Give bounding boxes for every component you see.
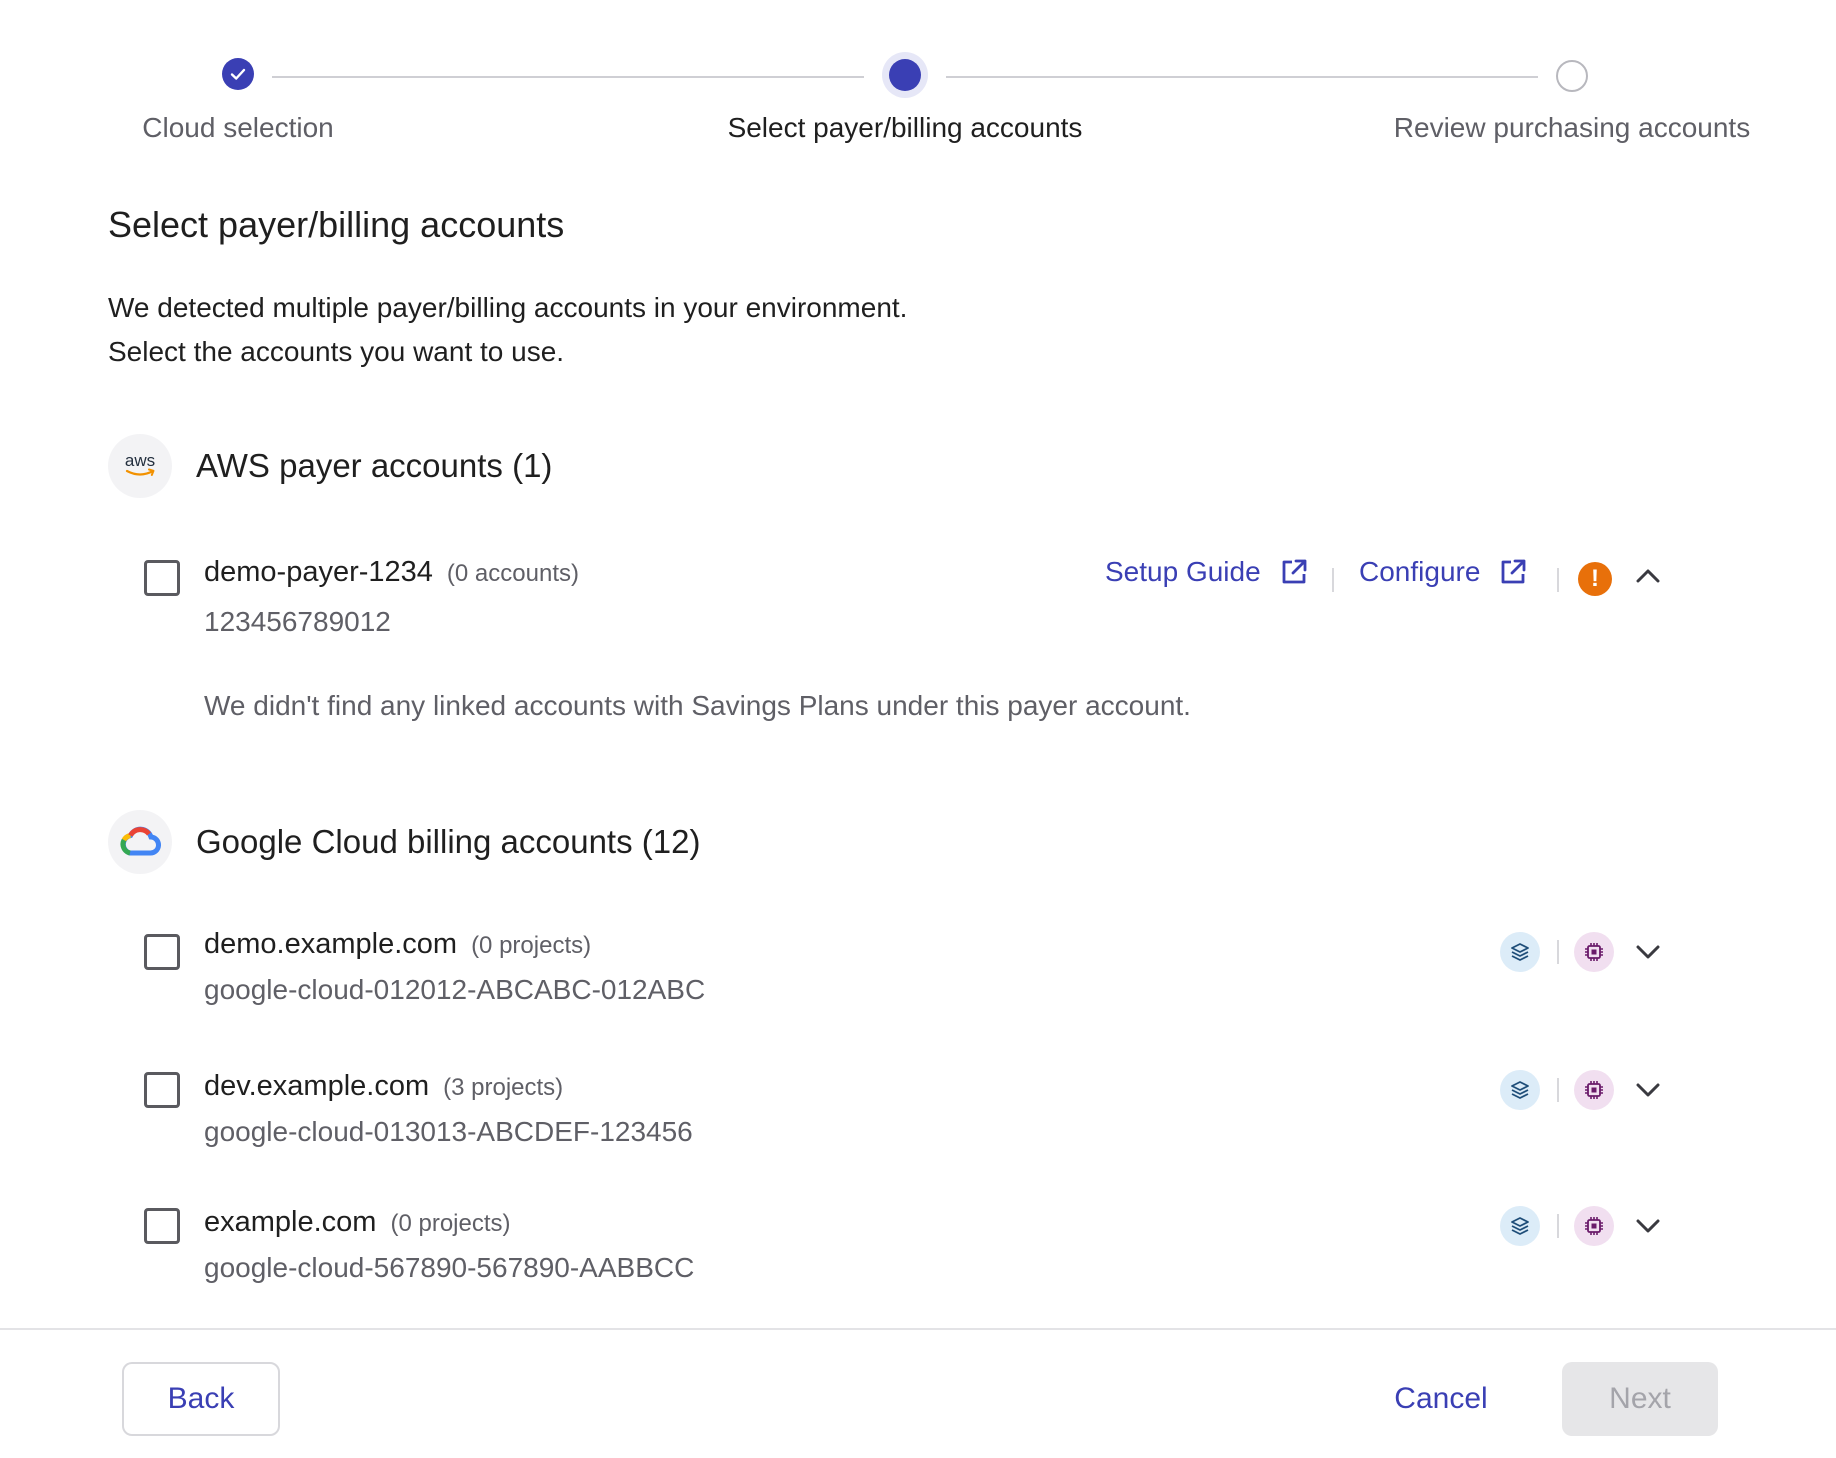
gcp-section-title: Google Cloud billing accounts (12): [196, 823, 701, 860]
configure-label: Configure: [1359, 556, 1481, 587]
footer-divider: [0, 1328, 1836, 1330]
stepper: Cloud selection Select payer/billing acc…: [0, 0, 1836, 160]
chip-badge[interactable]: [1574, 1070, 1614, 1110]
gcp-account-count: (0 projects): [390, 1210, 511, 1237]
back-button[interactable]: Back: [122, 1362, 280, 1436]
intro-line-1: We detected multiple payer/billing accou…: [108, 292, 908, 323]
aws-account-count: (0 accounts): [446, 560, 579, 587]
gcp-account-id: google-cloud-567890-567890-AABBCC: [204, 1252, 695, 1283]
external-link-icon: [1502, 559, 1526, 584]
gcp-account-id: google-cloud-013013-ABCDEF-123456: [204, 1116, 693, 1147]
chevron-up-icon: [1636, 569, 1660, 583]
aws-section-header: aws AWS payer accounts (1): [108, 434, 552, 498]
gcp-account-name: dev.example.com: [204, 1070, 430, 1102]
chip-badge[interactable]: [1574, 1206, 1614, 1246]
external-link-icon: [1282, 559, 1307, 584]
google-cloud-logo: [108, 810, 172, 874]
chip-badge[interactable]: [1574, 932, 1614, 972]
next-button[interactable]: Next: [1562, 1362, 1718, 1436]
gcp-account-id: google-cloud-012012-ABCABC-012ABC: [204, 974, 706, 1005]
step-label-cloud-selection: Cloud selection: [142, 112, 334, 143]
link-divider: [1332, 568, 1334, 592]
layers-icon: [1511, 1081, 1529, 1099]
chevron-down-icon: [1636, 1083, 1660, 1097]
gcp-account-count: (3 projects): [443, 1074, 564, 1101]
gcp-account-name: demo.example.com: [204, 928, 458, 960]
expand-button[interactable]: [1630, 1072, 1666, 1108]
aws-account-name: demo-payer-1234: [204, 556, 433, 588]
chip-icon: [1585, 1081, 1603, 1099]
setup-guide-link[interactable]: Setup Guide: [1105, 556, 1309, 588]
gcp-account-checkbox[interactable]: [144, 934, 180, 970]
expand-button[interactable]: [1630, 1208, 1666, 1244]
gcp-account-row: example.com (0 projects) google-cloud-567…: [144, 1204, 1684, 1294]
cancel-button[interactable]: Cancel: [1376, 1362, 1506, 1436]
step-3-pending-indicator: [1556, 60, 1588, 92]
gcp-account-row: dev.example.com (3 projects) google-cloud…: [144, 1068, 1684, 1158]
check-icon: [230, 68, 246, 80]
step-1-done-indicator: [222, 58, 254, 90]
gcp-account-name: example.com: [204, 1206, 377, 1238]
aws-section-title: AWS payer accounts (1): [196, 447, 553, 484]
gcp-account-checkbox[interactable]: [144, 1208, 180, 1244]
stepper-line-1: [272, 76, 864, 78]
setup-guide-label: Setup Guide: [1105, 556, 1261, 587]
step-label-select-payer: Select payer/billing accounts: [727, 112, 1083, 143]
chip-icon: [1585, 943, 1603, 961]
layers-icon: [1511, 943, 1529, 961]
layers-badge[interactable]: [1500, 932, 1540, 972]
aws-logo: aws: [108, 434, 172, 498]
gcp-account-count: (0 projects): [471, 932, 592, 959]
badge-divider: [1557, 940, 1559, 964]
badge-divider: [1557, 1214, 1559, 1238]
gcp-section-header: Google Cloud billing accounts (12): [108, 810, 700, 874]
configure-link[interactable]: Configure: [1359, 556, 1528, 588]
gcp-account-row: demo.example.com (0 projects) google-clou…: [144, 926, 1684, 1016]
aws-account-id: 123456789012: [204, 606, 391, 637]
layers-icon: [1511, 1217, 1529, 1235]
chip-icon: [1585, 1217, 1603, 1235]
expand-button[interactable]: [1630, 934, 1666, 970]
chevron-down-icon: [1636, 1219, 1660, 1233]
chevron-down-icon: [1636, 945, 1660, 959]
gcp-account-checkbox[interactable]: [144, 1072, 180, 1108]
step-label-review: Review purchasing accounts: [1393, 112, 1751, 143]
aws-account-row: demo-payer-1234 (0 accounts) 123456789012…: [144, 556, 1684, 656]
intro-line-2: Select the accounts you want to use.: [108, 336, 565, 367]
layers-badge[interactable]: [1500, 1206, 1540, 1246]
badge-divider: [1557, 1078, 1559, 1102]
link-divider: [1557, 568, 1559, 592]
svg-text:aws: aws: [125, 451, 155, 470]
warning-icon[interactable]: !: [1578, 562, 1612, 596]
stepper-line-2: [946, 76, 1538, 78]
aws-account-checkbox[interactable]: [144, 560, 180, 596]
collapse-button[interactable]: [1630, 558, 1666, 594]
step-2-active-indicator: [882, 52, 928, 98]
layers-badge[interactable]: [1500, 1070, 1540, 1110]
intro-text: We detected multiple payer/billing accou…: [108, 286, 907, 374]
page-title: Select payer/billing accounts: [108, 204, 565, 245]
aws-empty-note: We didn't find any linked accounts with …: [204, 690, 1191, 721]
